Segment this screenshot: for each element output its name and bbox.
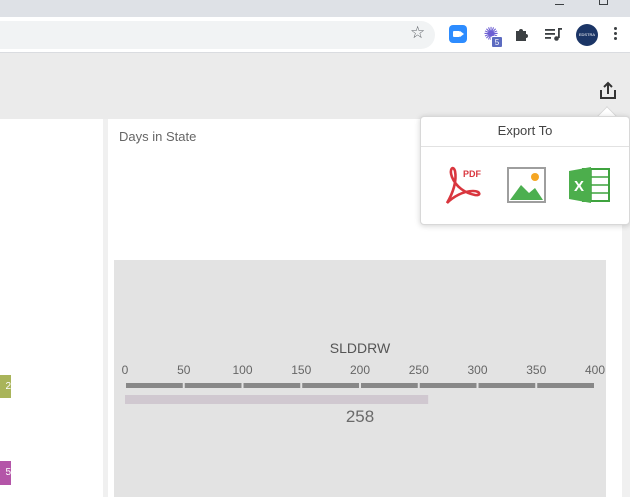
gauge-tick-label: 150 — [291, 363, 311, 377]
gauge-scale-segment — [126, 383, 183, 388]
panel-title: Days in State — [119, 129, 197, 144]
gauge-tick-label: 200 — [350, 363, 370, 377]
gauge-tick-label: 350 — [526, 363, 546, 377]
export-popup: Export To PDF X — [420, 116, 630, 225]
minimize-icon[interactable] — [555, 4, 564, 5]
browser-tab-strip — [0, 0, 630, 17]
svg-text:X: X — [574, 178, 584, 195]
gauge-tick-label: 250 — [409, 363, 429, 377]
gauge-tick-label: 100 — [232, 363, 252, 377]
address-bar[interactable] — [0, 21, 435, 49]
browser-toolbar: ☆ ✺ 5 EDSTRA — [0, 17, 630, 53]
gauge-scale-segment — [478, 383, 536, 388]
puzzle-icon[interactable] — [513, 25, 531, 43]
gauge-scale-segment — [302, 383, 359, 388]
image-icon[interactable] — [505, 163, 549, 207]
profile-avatar[interactable]: EDSTRA — [576, 24, 598, 46]
export-title: Export To — [497, 123, 553, 138]
left-panel: 2 5 — [0, 119, 103, 497]
gauge-tick-label: 300 — [467, 363, 487, 377]
star-icon[interactable]: ☆ — [410, 23, 425, 43]
gauge-scale-segment — [184, 383, 242, 388]
gauge-scale-segment — [361, 383, 418, 388]
media-queue-icon[interactable] — [544, 25, 562, 43]
gauge-tick-label: 0 — [122, 363, 129, 377]
count-badge: 5 — [0, 461, 11, 485]
excel-icon[interactable]: X — [567, 163, 611, 207]
maximize-icon[interactable] — [599, 0, 608, 5]
share-export-icon[interactable] — [597, 80, 619, 102]
gauge-value: 258 — [345, 407, 375, 426]
gauge-scale-segment — [419, 383, 477, 388]
gauge-tick-label: 400 — [585, 363, 605, 377]
kebab-menu-icon[interactable] — [612, 25, 618, 43]
svg-text:PDF: PDF — [463, 169, 482, 179]
divider — [421, 146, 629, 147]
gauge-tick-label: 50 — [177, 363, 191, 377]
gauge-scale-segment — [243, 383, 301, 388]
extension-badge: 5 — [491, 36, 503, 48]
app-header — [0, 53, 630, 119]
count-badge: 2 — [0, 375, 11, 398]
pdf-icon[interactable]: PDF — [439, 163, 483, 207]
gauge-svg: 0 50 100 150 200 250 300 350 400 — [122, 363, 605, 404]
gauge-scale-segment — [537, 383, 594, 388]
gauge-value-bar — [125, 395, 429, 404]
gauge-chart: SLDDRW 0 50 100 150 200 250 300 350 400 258 — [114, 260, 606, 497]
video-camera-icon[interactable] — [449, 25, 467, 43]
